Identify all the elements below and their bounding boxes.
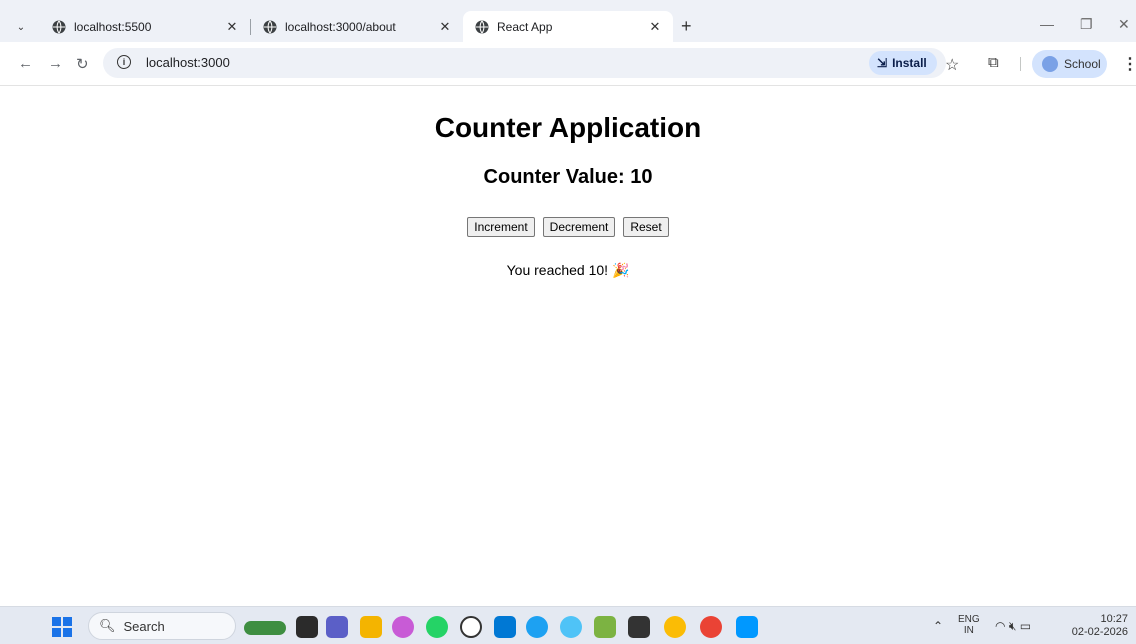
page-title: Counter Application bbox=[434, 112, 702, 143]
increment-button[interactable]: Increment bbox=[467, 217, 535, 237]
tab-title: localhost:5500 bbox=[74, 19, 152, 34]
profile-button[interactable]: School bbox=[1032, 50, 1107, 78]
lang-code: ENG bbox=[958, 614, 980, 625]
globe-icon bbox=[475, 20, 489, 33]
edge-icon[interactable] bbox=[526, 616, 548, 638]
whatsapp-icon[interactable] bbox=[426, 616, 448, 638]
back-arrow-icon[interactable]: ← bbox=[18, 55, 33, 72]
copilot-icon[interactable] bbox=[392, 616, 414, 638]
tab-title: localhost:3000/about bbox=[285, 19, 396, 34]
globe-icon bbox=[263, 20, 277, 33]
chrome-icon[interactable] bbox=[664, 616, 686, 638]
reload-icon[interactable]: ↻ bbox=[76, 55, 89, 73]
reached-message: You reached 10! 🎉 bbox=[506, 262, 630, 278]
minimize-icon[interactable]: — bbox=[1040, 16, 1054, 32]
terminal-icon[interactable] bbox=[628, 616, 650, 638]
tab-title: React App bbox=[497, 19, 553, 34]
search-icon: 🔍︎ bbox=[99, 618, 116, 633]
dell-icon[interactable] bbox=[460, 616, 482, 638]
profile-avatar-icon bbox=[1042, 56, 1058, 72]
tab-search-chevron-icon[interactable]: ⌄ bbox=[11, 17, 31, 37]
browser-toolbar: ← → ↻ i localhost:3000 ⇲ Install ☆ ⧉ Sch… bbox=[0, 42, 1136, 86]
taskbar-search[interactable]: 🔍︎ Search bbox=[88, 612, 236, 640]
toolbar-separator bbox=[1020, 57, 1021, 71]
menu-kebab-icon[interactable]: ⋮ bbox=[1122, 54, 1136, 74]
battery-icon[interactable]: ▭ bbox=[1020, 619, 1031, 633]
window-close-icon[interactable]: ✕ bbox=[1118, 16, 1130, 33]
install-icon: ⇲ bbox=[877, 56, 888, 70]
language-indicator[interactable]: ENG IN bbox=[958, 614, 980, 636]
clock-time: 10:27 bbox=[1100, 613, 1128, 625]
site-info-icon[interactable]: i bbox=[117, 55, 131, 69]
system-tray[interactable]: ◠ 🔇︎ ▭ bbox=[995, 619, 1031, 634]
app-icon[interactable] bbox=[560, 616, 582, 638]
address-bar[interactable]: i localhost:3000 ⇲ Install bbox=[103, 48, 946, 78]
task-view-icon[interactable] bbox=[296, 616, 318, 638]
profile-label: School bbox=[1064, 57, 1101, 71]
decrement-button[interactable]: Decrement bbox=[542, 217, 616, 237]
restore-icon[interactable]: ❐ bbox=[1080, 16, 1093, 33]
tab-strip: ⌄ localhost:5500 ✕ localhost:3000/about … bbox=[0, 0, 1136, 42]
store-icon[interactable] bbox=[494, 616, 516, 638]
taskbar: 🔍︎ Search ⌃ ENG IN ◠ 🔇︎ ▭ 10:27 02-02-20… bbox=[0, 606, 1136, 644]
clock-date: 02-02-2026 bbox=[1071, 626, 1128, 638]
taskbar-search-label: Search bbox=[123, 618, 165, 634]
windows-start-icon[interactable] bbox=[52, 617, 72, 637]
file-explorer-icon[interactable] bbox=[360, 616, 382, 638]
reset-button[interactable]: Reset bbox=[623, 217, 669, 237]
lang-region: IN bbox=[963, 625, 974, 636]
bookmark-star-icon[interactable]: ☆ bbox=[945, 55, 959, 75]
tray-expand-icon[interactable]: ⌃ bbox=[933, 619, 943, 633]
clock[interactable]: 10:27 02-02-2026 bbox=[1070, 613, 1128, 639]
wifi-icon[interactable]: ◠ bbox=[995, 619, 1005, 633]
teams-icon[interactable] bbox=[326, 616, 348, 638]
globe-icon bbox=[52, 20, 66, 33]
url-text[interactable]: localhost:3000 bbox=[146, 55, 230, 70]
close-icon[interactable]: ✕ bbox=[224, 19, 240, 35]
extensions-puzzle-icon[interactable]: ⧉ bbox=[988, 54, 999, 71]
install-app-button[interactable]: ⇲ Install bbox=[869, 51, 937, 75]
widgets-icon[interactable] bbox=[244, 621, 286, 635]
counter-value: Counter Value: 10 bbox=[483, 166, 653, 188]
chrome-profile-icon[interactable] bbox=[700, 616, 722, 638]
page-content: Counter Application Counter Value: 10 In… bbox=[0, 86, 1136, 606]
notepad-icon[interactable] bbox=[594, 616, 616, 638]
tab-localhost-5500[interactable]: localhost:5500 ✕ bbox=[40, 11, 250, 42]
new-tab-plus-icon[interactable]: + bbox=[681, 17, 692, 35]
vscode-icon[interactable] bbox=[736, 616, 758, 638]
tab-react-app[interactable]: React App ✕ bbox=[463, 11, 673, 42]
close-icon[interactable]: ✕ bbox=[437, 19, 453, 35]
counter-controls: Increment Decrement Reset bbox=[0, 217, 1136, 237]
forward-arrow-icon[interactable]: → bbox=[48, 55, 63, 72]
volume-muted-icon[interactable]: 🔇︎ bbox=[1009, 619, 1017, 633]
tab-localhost-3000-about[interactable]: localhost:3000/about ✕ bbox=[251, 11, 463, 42]
close-icon[interactable]: ✕ bbox=[647, 19, 663, 35]
install-label: Install bbox=[892, 56, 927, 70]
